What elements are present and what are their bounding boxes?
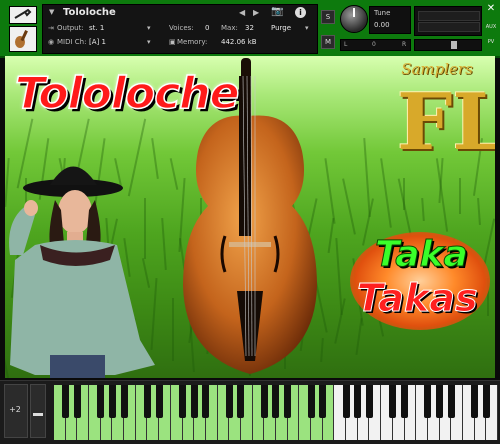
close-icon[interactable]: ✕ bbox=[485, 3, 497, 15]
brand-monogram: FL bbox=[397, 77, 495, 168]
volume-slider-handle[interactable] bbox=[451, 41, 457, 49]
guitar-icon bbox=[15, 30, 28, 48]
badge-text-takas: Takas bbox=[357, 276, 479, 321]
midi-channel-value[interactable]: [A] 1 bbox=[89, 38, 106, 46]
next-instrument-icon[interactable]: ▶ bbox=[253, 8, 259, 17]
knob-indicator bbox=[353, 8, 355, 17]
black-key[interactable] bbox=[108, 385, 116, 418]
black-key[interactable] bbox=[120, 385, 128, 418]
mute-button[interactable]: M bbox=[321, 35, 335, 49]
tune-value[interactable]: 0.00 bbox=[374, 21, 390, 29]
memory-label: Memory: bbox=[177, 38, 208, 46]
output-value[interactable]: st. 1 bbox=[89, 24, 104, 32]
volume-slider[interactable] bbox=[414, 39, 482, 51]
cowgirl-photo bbox=[5, 160, 165, 378]
aux-button[interactable]: AUX bbox=[484, 24, 498, 30]
meter-right-channel bbox=[418, 22, 480, 32]
camera-icon[interactable]: 📷 bbox=[271, 6, 283, 17]
meter-left-channel bbox=[418, 11, 480, 21]
black-key[interactable] bbox=[401, 385, 409, 418]
grass-blade bbox=[477, 197, 481, 226]
black-key[interactable] bbox=[319, 385, 327, 418]
pv-button[interactable]: PV bbox=[484, 39, 498, 45]
wrench-icon bbox=[14, 8, 32, 19]
instrument-icon-button[interactable] bbox=[9, 26, 37, 52]
octave-shift-label[interactable]: +2 bbox=[3, 405, 27, 414]
brand-script-text: Samplers bbox=[401, 60, 473, 78]
voices-label: Voices: bbox=[169, 24, 194, 32]
grass-blade bbox=[421, 197, 425, 222]
voices-value: 0 bbox=[205, 24, 210, 32]
black-key[interactable] bbox=[179, 385, 187, 418]
black-key[interactable] bbox=[155, 385, 163, 418]
black-key[interactable] bbox=[284, 385, 292, 418]
level-meter bbox=[414, 6, 482, 36]
grass-blade bbox=[355, 318, 363, 355]
instrument-artwork: Tololoche Samplers FL Taka Takas bbox=[5, 56, 495, 378]
black-key[interactable] bbox=[447, 385, 455, 418]
black-key[interactable] bbox=[73, 385, 81, 418]
black-key[interactable] bbox=[342, 385, 350, 418]
memory-icon: ▣ bbox=[169, 38, 176, 46]
solo-button[interactable]: S bbox=[321, 10, 335, 24]
black-key[interactable] bbox=[272, 385, 280, 418]
tune-knob[interactable] bbox=[340, 5, 368, 33]
piano-keyboard[interactable] bbox=[54, 385, 498, 440]
badge-text-taka: Taka bbox=[375, 234, 469, 276]
midi-icon: ◉ bbox=[48, 38, 55, 46]
purge-menu[interactable]: Purge bbox=[271, 24, 291, 32]
info-icon[interactable]: i bbox=[295, 7, 306, 18]
black-key[interactable] bbox=[365, 385, 373, 418]
output-label: Output: bbox=[57, 24, 84, 32]
black-key[interactable] bbox=[225, 385, 233, 418]
settings-wrench-button[interactable] bbox=[9, 6, 37, 24]
prev-instrument-icon[interactable]: ◀ bbox=[239, 8, 245, 17]
black-key[interactable] bbox=[237, 385, 245, 418]
tune-label: Tune bbox=[374, 9, 391, 17]
cowgirl-illustration bbox=[9, 166, 155, 378]
black-key[interactable] bbox=[424, 385, 432, 418]
black-key[interactable] bbox=[482, 385, 490, 418]
pan-right-label: R bbox=[402, 41, 407, 48]
pan-left-label: L bbox=[344, 41, 348, 48]
grass-blade bbox=[342, 178, 356, 235]
black-key[interactable] bbox=[62, 385, 70, 418]
midi-dropdown-icon[interactable]: ▾ bbox=[147, 38, 151, 46]
black-key[interactable] bbox=[354, 385, 362, 418]
black-key[interactable] bbox=[190, 385, 198, 418]
double-bass-photo bbox=[163, 56, 338, 378]
midi-channel-label: MIDI Ch: bbox=[57, 38, 87, 46]
max-label: Max: bbox=[221, 24, 238, 32]
instrument-header: ▼ Tololoche ◀ ▶ 📷 i ⇥ Output: st. 1 ▾ Vo… bbox=[0, 0, 500, 58]
max-voices-value[interactable]: 32 bbox=[245, 24, 254, 32]
black-key[interactable] bbox=[97, 385, 105, 418]
black-key[interactable] bbox=[260, 385, 268, 418]
black-key[interactable] bbox=[436, 385, 444, 418]
pan-slider[interactable]: L 0 R bbox=[340, 39, 411, 51]
output-icon: ⇥ bbox=[48, 24, 54, 32]
black-key[interactable] bbox=[389, 385, 397, 418]
purge-dropdown-icon[interactable]: ▾ bbox=[305, 24, 309, 32]
output-dropdown-icon[interactable]: ▾ bbox=[147, 24, 151, 32]
black-key[interactable] bbox=[143, 385, 151, 418]
tune-display: Tune 0.00 bbox=[369, 6, 411, 34]
instrument-name[interactable]: Tololoche bbox=[63, 7, 116, 18]
black-key[interactable] bbox=[471, 385, 479, 418]
instrument-info-panel: ▼ Tololoche ◀ ▶ 📷 i ⇥ Output: st. 1 ▾ Vo… bbox=[42, 4, 318, 54]
modulation-wheel[interactable] bbox=[30, 384, 46, 438]
black-key[interactable] bbox=[307, 385, 315, 418]
black-key[interactable] bbox=[202, 385, 210, 418]
double-bass-illustration bbox=[183, 58, 317, 374]
memory-value: 442.06 kB bbox=[221, 38, 257, 46]
pan-center-value: 0 bbox=[372, 41, 376, 48]
brand-logo: Samplers FL bbox=[383, 60, 495, 188]
collapse-arrow-icon[interactable]: ▼ bbox=[49, 8, 54, 16]
mod-wheel-marker bbox=[33, 413, 43, 416]
